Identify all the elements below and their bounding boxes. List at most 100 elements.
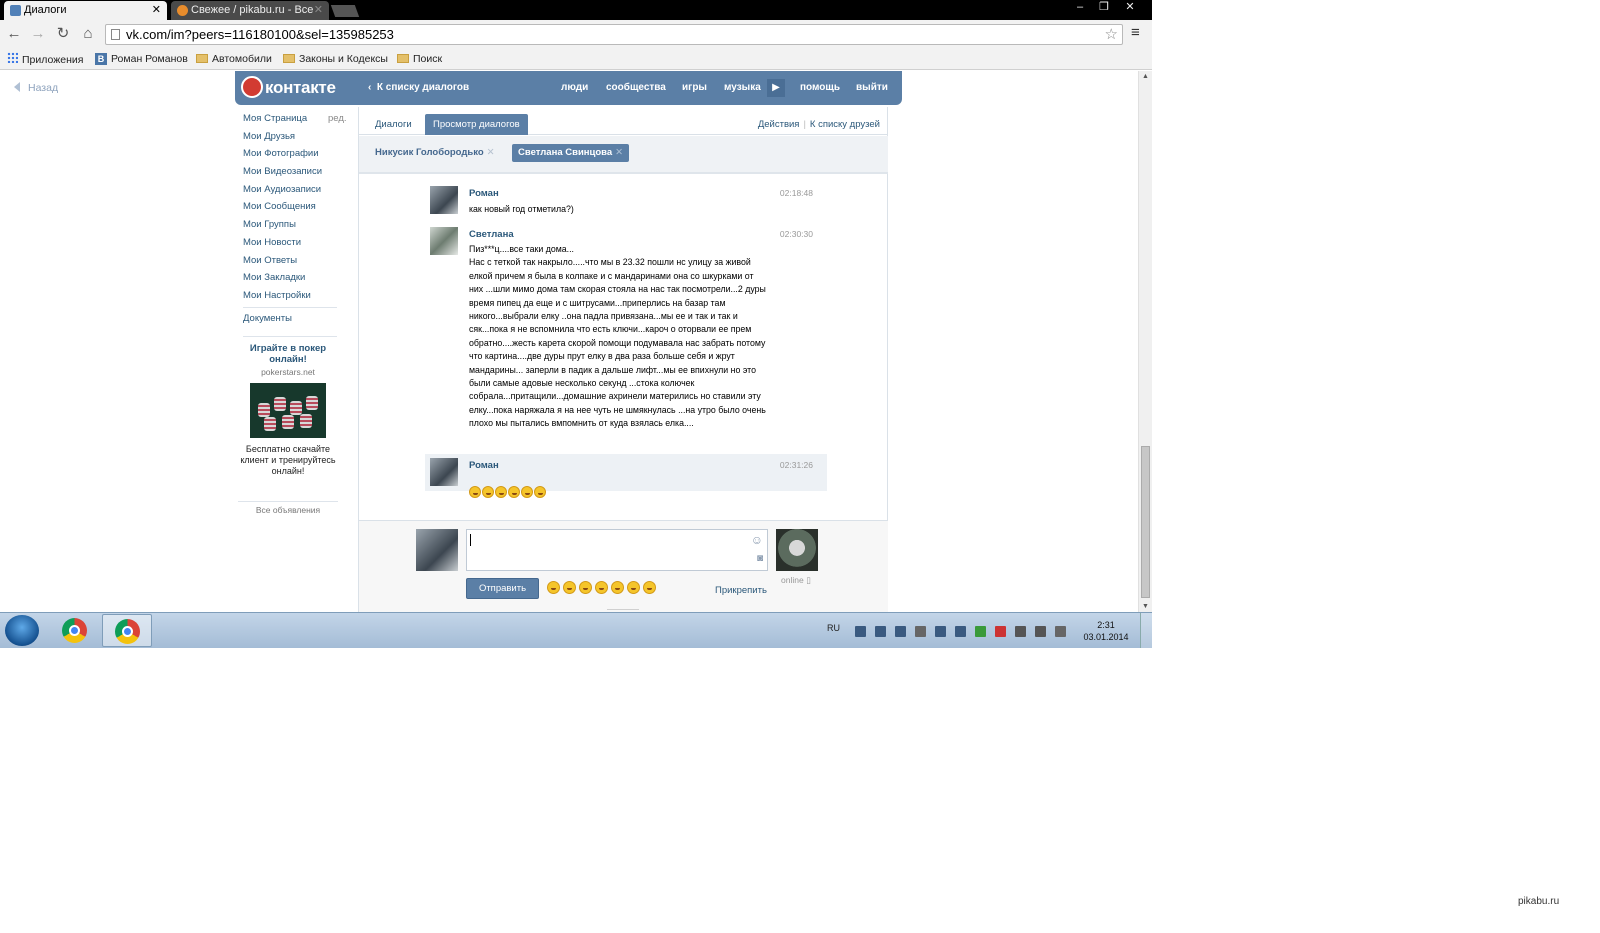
edit-menu-link[interactable]: ред. bbox=[328, 113, 347, 124]
menu-friends[interactable]: Мои Друзья bbox=[243, 131, 353, 149]
bookmark-cars[interactable]: Автомобили bbox=[196, 52, 272, 66]
peer-avatar[interactable] bbox=[776, 529, 818, 571]
camera-icon[interactable]: ◙ bbox=[757, 553, 763, 564]
peer-tab[interactable]: Никусик Голобородько ✕ bbox=[369, 144, 501, 162]
message-time[interactable]: 02:31:26 bbox=[780, 460, 813, 470]
start-button[interactable] bbox=[5, 615, 39, 646]
music-play-icon[interactable]: ▶ bbox=[767, 79, 785, 97]
message-input[interactable]: ☺ ◙ bbox=[466, 529, 768, 571]
resize-grip[interactable] bbox=[607, 609, 639, 610]
nav-communities[interactable]: сообщества bbox=[606, 82, 666, 93]
message-author[interactable]: Роман bbox=[469, 460, 499, 471]
tab-dialogs-list[interactable]: Диалоги bbox=[367, 114, 420, 135]
taskbar-chrome-pinned[interactable] bbox=[50, 614, 100, 647]
tray-icon[interactable] bbox=[955, 626, 966, 637]
nav-music[interactable]: музыка bbox=[724, 82, 761, 93]
back-link[interactable]: Назад bbox=[14, 82, 58, 94]
to-dialogs-link[interactable]: ‹ К списку диалогов bbox=[368, 82, 469, 93]
forward-arrow-icon[interactable]: → bbox=[28, 24, 48, 44]
menu-answers[interactable]: Мои Ответы bbox=[243, 255, 353, 273]
page-scrollbar[interactable]: ▲ ▼ bbox=[1138, 71, 1152, 612]
smile-tongue-icon[interactable] bbox=[547, 581, 560, 594]
avatar[interactable] bbox=[430, 458, 458, 486]
scroll-up-icon[interactable]: ▲ bbox=[1142, 73, 1149, 80]
close-window-icon[interactable]: ✕ bbox=[1118, 0, 1142, 14]
back-arrow-icon[interactable]: ← bbox=[4, 24, 24, 44]
volume-icon[interactable] bbox=[1015, 626, 1026, 637]
message-author[interactable]: Светлана bbox=[469, 229, 514, 240]
bookmark-profile[interactable]: В Роман Романов bbox=[95, 52, 188, 66]
bookmark-search[interactable]: Поиск bbox=[397, 52, 442, 66]
smile-laugh-icon[interactable] bbox=[563, 581, 576, 594]
message[interactable]: Роман 02:18:48 как новый год отметила?) bbox=[425, 182, 827, 218]
reload-icon[interactable]: ↻ bbox=[53, 24, 73, 44]
close-peer-icon[interactable]: ✕ bbox=[615, 147, 623, 158]
nav-games[interactable]: игры bbox=[682, 82, 707, 93]
show-desktop-button[interactable] bbox=[1140, 613, 1152, 648]
network-icon[interactable] bbox=[1035, 626, 1046, 637]
tray-icon[interactable] bbox=[855, 626, 866, 637]
message[interactable]: Светлана 02:30:30 Пиз***ц....все таки до… bbox=[425, 223, 827, 447]
smile-grin-icon[interactable] bbox=[595, 581, 608, 594]
tab-pikabu[interactable]: Свежее / pikabu.ru - Все ✕ bbox=[171, 1, 329, 20]
peer-tab-selected[interactable]: Светлана Свинцова ✕ bbox=[512, 144, 630, 162]
vk-logo[interactable]: контакте bbox=[241, 76, 336, 98]
actions-link[interactable]: Действия bbox=[758, 119, 800, 130]
menu-groups[interactable]: Мои Группы bbox=[243, 219, 353, 237]
ad-block[interactable]: Играйте в покер онлайн! pokerstars.net Б… bbox=[238, 343, 338, 477]
scroll-thumb[interactable] bbox=[1141, 446, 1150, 598]
tray-icon[interactable] bbox=[1055, 626, 1066, 637]
to-friends-link[interactable]: К списку друзей bbox=[810, 119, 880, 130]
flag-icon[interactable] bbox=[915, 626, 926, 637]
smile-surprised-icon[interactable] bbox=[627, 581, 640, 594]
avatar[interactable] bbox=[430, 227, 458, 255]
tab-dialogs[interactable]: Диалоги ✕ bbox=[4, 1, 167, 20]
emoji-icon[interactable]: ☺ bbox=[751, 533, 763, 547]
menu-settings[interactable]: Мои Настройки bbox=[243, 290, 353, 308]
home-icon[interactable]: ⌂ bbox=[78, 24, 98, 44]
taskbar-chrome-active[interactable] bbox=[102, 614, 152, 647]
message-unread[interactable]: Роман 02:31:26 bbox=[425, 454, 827, 499]
attach-link[interactable]: Прикрепить bbox=[715, 585, 767, 596]
tab-close-icon[interactable]: ✕ bbox=[152, 1, 161, 19]
new-tab-button[interactable] bbox=[330, 5, 360, 17]
menu-news[interactable]: Мои Новости bbox=[243, 237, 353, 255]
tab-view-dialogs[interactable]: Просмотр диалогов bbox=[425, 114, 528, 135]
nav-people[interactable]: люди bbox=[561, 82, 588, 93]
tray-icon[interactable] bbox=[975, 626, 986, 637]
smile-sad-icon[interactable] bbox=[643, 581, 656, 594]
minimize-icon[interactable]: ‒ bbox=[1068, 0, 1092, 14]
tab-close-icon[interactable]: ✕ bbox=[314, 1, 323, 19]
system-clock[interactable]: 2:31 03.01.2014 bbox=[1080, 619, 1132, 643]
all-ads-link[interactable]: Все объявления bbox=[238, 505, 338, 515]
menu-photos[interactable]: Мои Фотографии bbox=[243, 148, 353, 166]
bookmark-star-icon[interactable]: ☆ bbox=[1105, 25, 1118, 44]
tray-icon[interactable] bbox=[995, 626, 1006, 637]
nav-logout[interactable]: выйти bbox=[856, 82, 888, 93]
smile-scream-icon[interactable] bbox=[611, 581, 624, 594]
bluetooth-icon[interactable] bbox=[935, 626, 946, 637]
language-indicator[interactable]: RU bbox=[827, 623, 840, 633]
message-author[interactable]: Роман bbox=[469, 188, 499, 199]
bookmark-apps[interactable]: Приложения bbox=[7, 52, 83, 67]
my-avatar[interactable] bbox=[416, 529, 458, 571]
message-time[interactable]: 02:18:48 bbox=[780, 188, 813, 198]
close-peer-icon[interactable]: ✕ bbox=[487, 147, 495, 158]
bookmark-laws[interactable]: Законы и Кодексы bbox=[283, 52, 388, 66]
message-time[interactable]: 02:30:30 bbox=[780, 229, 813, 239]
restore-icon[interactable]: ❐ bbox=[1092, 0, 1116, 14]
address-bar[interactable]: vk.com/im?peers=116180100&sel=135985253 … bbox=[105, 24, 1123, 45]
nav-help[interactable]: помощь bbox=[800, 82, 840, 93]
smile-happy-icon[interactable] bbox=[579, 581, 592, 594]
tray-icon[interactable] bbox=[875, 626, 886, 637]
tray-icon[interactable] bbox=[895, 626, 906, 637]
send-button[interactable]: Отправить bbox=[466, 578, 539, 599]
menu-messages[interactable]: Мои Сообщения bbox=[243, 201, 353, 219]
menu-audio[interactable]: Мои Аудиозаписи bbox=[243, 184, 353, 202]
chrome-menu-icon[interactable]: ≡ bbox=[1131, 24, 1140, 41]
menu-videos[interactable]: Мои Видеозаписи bbox=[243, 166, 353, 184]
avatar[interactable] bbox=[430, 186, 458, 214]
scroll-down-icon[interactable]: ▼ bbox=[1142, 603, 1149, 610]
menu-documents[interactable]: Документы bbox=[243, 313, 292, 324]
menu-bookmarks[interactable]: Мои Закладки bbox=[243, 272, 353, 290]
